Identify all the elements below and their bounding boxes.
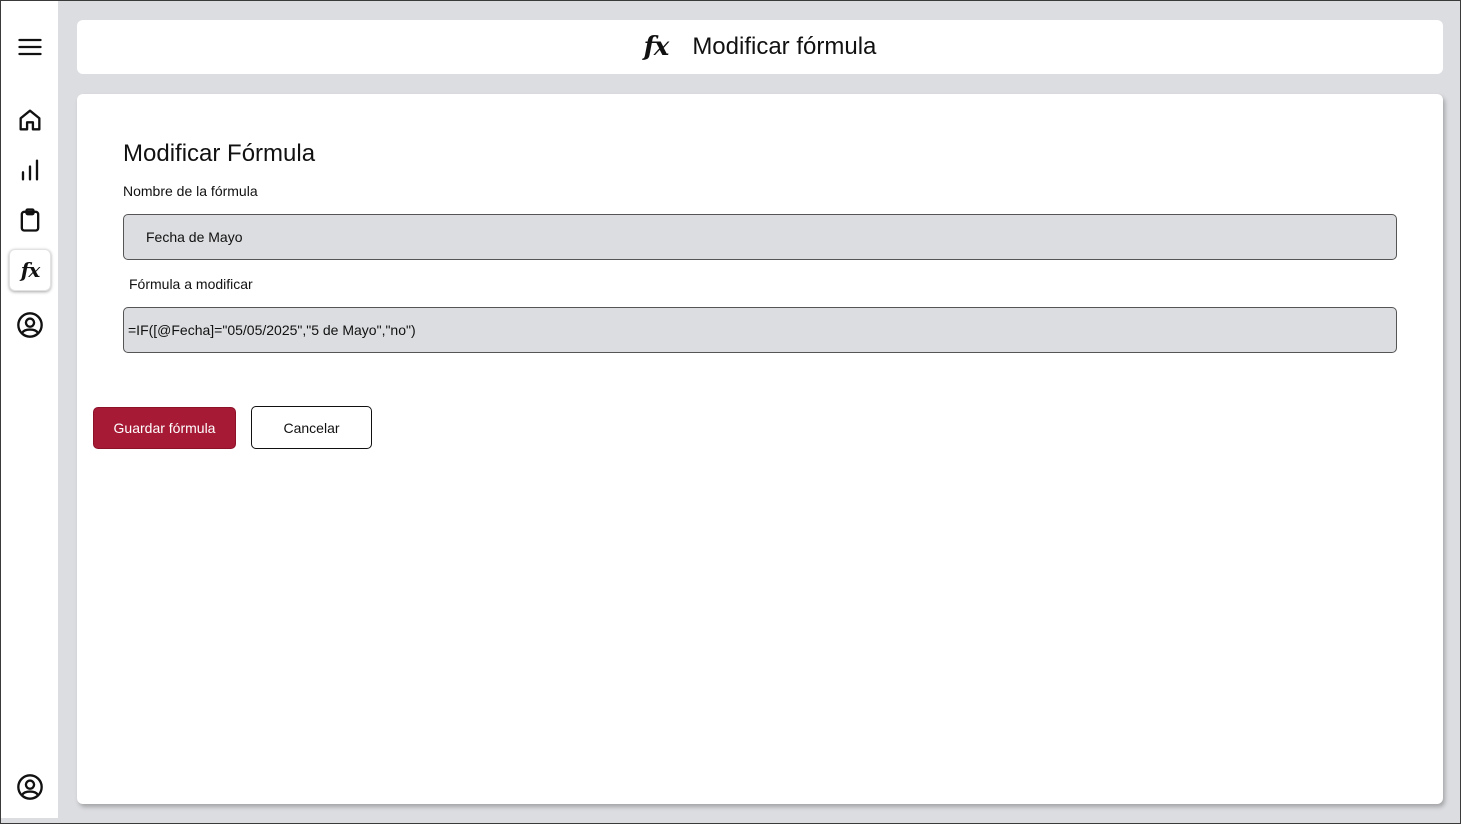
bar-chart-icon[interactable] [9, 149, 51, 191]
fx-glyph: fx [20, 258, 41, 282]
cancel-button[interactable]: Cancelar [251, 406, 372, 449]
formula-form-card: Modificar Fórmula Nombre de la fórmula F… [77, 94, 1443, 804]
formula-label: Fórmula a modificar [129, 276, 253, 292]
formula-name-input[interactable] [123, 214, 1397, 260]
fx-icon: fx [643, 32, 670, 62]
profile-icon[interactable] [9, 766, 51, 808]
save-formula-button[interactable]: Guardar fórmula [93, 407, 236, 449]
form-title: Modificar Fórmula [123, 140, 316, 167]
menu-icon[interactable] [9, 26, 51, 68]
page-header: fx Modificar fórmula [77, 20, 1443, 74]
user-circle-icon[interactable] [9, 304, 51, 346]
formula-expression-input[interactable] [123, 307, 1397, 353]
home-icon[interactable] [9, 99, 51, 141]
fx-icon[interactable]: fx [9, 249, 51, 291]
page-title: Modificar fórmula [692, 33, 877, 60]
clipboard-icon[interactable] [9, 199, 51, 241]
name-label: Nombre de la fórmula [123, 183, 258, 199]
sidebar: fx [1, 1, 58, 818]
